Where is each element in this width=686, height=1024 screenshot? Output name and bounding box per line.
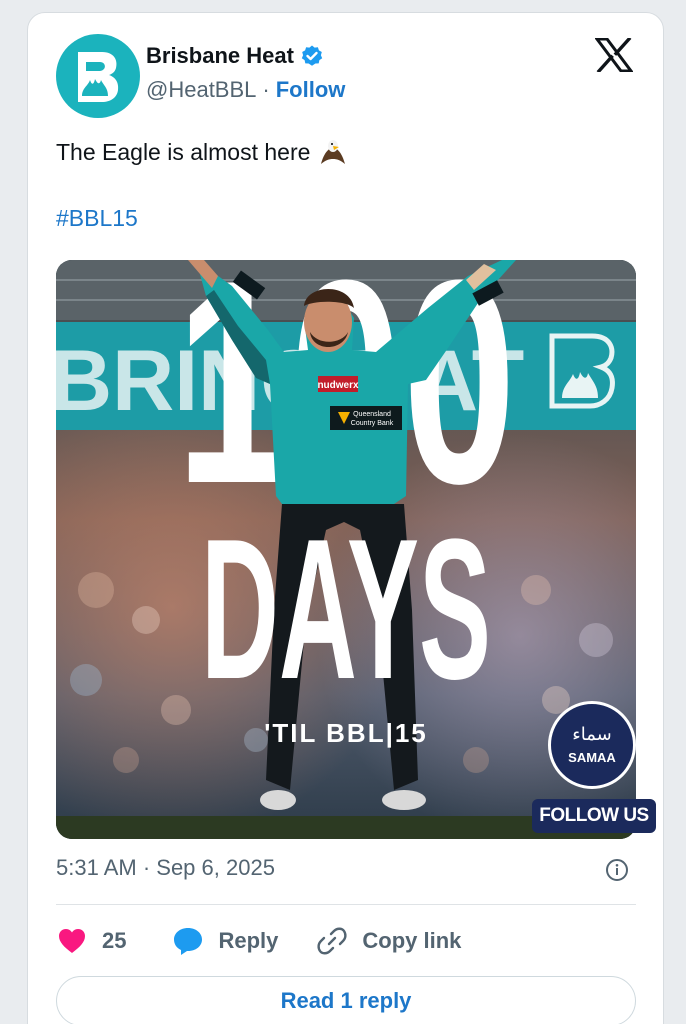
- media-caption-text: 'TIL BBL|15: [264, 718, 428, 748]
- copy-link-button[interactable]: Copy link: [316, 925, 461, 957]
- copy-link-label: Copy link: [362, 928, 462, 953]
- account-name-row: Brisbane Heat: [146, 43, 324, 69]
- info-icon[interactable]: [605, 858, 629, 882]
- read-reply-button[interactable]: Read 1 reply: [56, 976, 636, 1024]
- follow-button[interactable]: Follow: [276, 77, 346, 103]
- media-days-text: DAYS: [201, 498, 491, 721]
- heart-icon: [59, 929, 85, 953]
- like-button[interactable]: 25: [56, 925, 126, 957]
- divider: [56, 904, 636, 905]
- handle-row: @HeatBBL · Follow: [146, 77, 345, 103]
- verified-badge-icon: [301, 45, 323, 66]
- separator-dot: ·: [262, 77, 270, 102]
- eagle-emoji-icon: [321, 140, 346, 164]
- tweet-timestamp[interactable]: 5:31 AM · Sep 6, 2025: [56, 855, 275, 881]
- action-bar: 25 Reply Copy link: [56, 923, 636, 959]
- jersey-bank-text: Queensland: [353, 411, 391, 418]
- account-handle[interactable]: @HeatBBL: [146, 77, 256, 103]
- link-icon: [317, 927, 347, 955]
- samaa-label: SAMAA: [568, 749, 616, 765]
- samaa-urdu-text: سماء: [572, 723, 612, 745]
- like-count: 25: [102, 928, 127, 953]
- avatar[interactable]: [56, 34, 140, 118]
- account-name[interactable]: Brisbane Heat: [146, 43, 294, 69]
- reply-label: Reply: [218, 928, 279, 953]
- hashtag-link[interactable]: #BBL15: [56, 205, 138, 232]
- x-logo-icon[interactable]: [595, 38, 633, 72]
- tweet-text: The Eagle is almost here: [56, 138, 311, 165]
- reply-button[interactable]: Reply: [172, 925, 278, 957]
- samaa-badge[interactable]: سماء SAMAA: [548, 701, 636, 789]
- reply-bubble-icon: [174, 928, 203, 955]
- tweet-card: Brisbane Heat @HeatBBL · Follow The Eagl…: [27, 12, 664, 1024]
- jersey-sponsor-text: nudwerx: [317, 380, 359, 391]
- brisbane-heat-logo-icon: [78, 52, 119, 102]
- follow-us-button[interactable]: FOLLOW US: [532, 799, 656, 833]
- tweet-text-row: The Eagle is almost here: [56, 137, 348, 167]
- svg-text:Country Bank: Country Bank: [351, 420, 394, 427]
